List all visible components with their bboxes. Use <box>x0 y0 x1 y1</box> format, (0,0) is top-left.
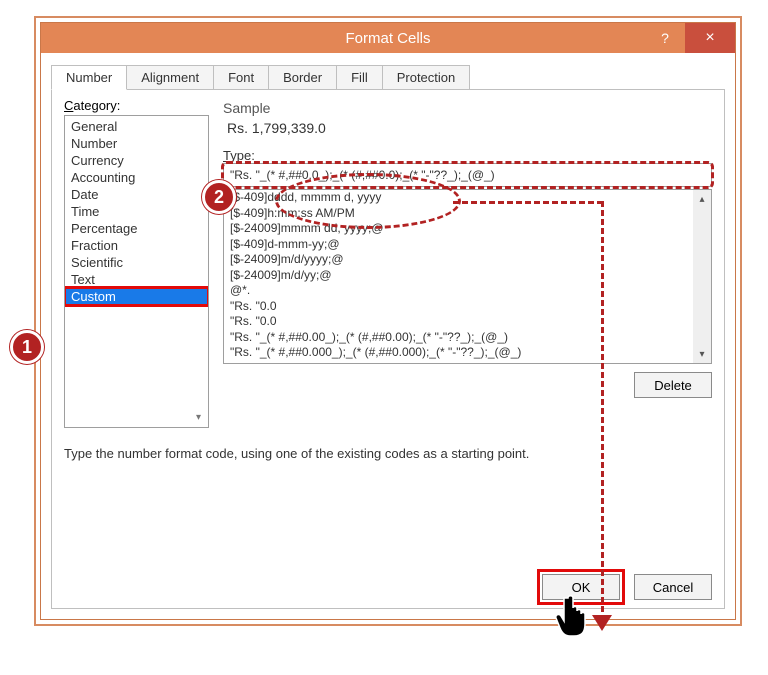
tab-border[interactable]: Border <box>268 65 337 90</box>
scrollbar[interactable]: ▴ ▾ <box>693 190 711 363</box>
list-item[interactable]: "Rs. "_(* #,##0.000_);_(* (#,##0.000);_(… <box>228 345 689 361</box>
annotation-arrow-vertical <box>601 201 604 621</box>
list-item[interactable]: [$-24009]m/d/yyyy;@ <box>228 252 689 268</box>
category-item-scientific[interactable]: Scientific <box>65 254 208 271</box>
category-item-custom[interactable]: Custom <box>65 288 208 305</box>
annotation-badge-2: 2 <box>202 180 236 214</box>
category-item-fraction[interactable]: Fraction <box>65 237 208 254</box>
tab-number[interactable]: Number <box>51 65 127 90</box>
list-item[interactable]: [$-24009]mmmm dd, yyyy;@ <box>228 221 689 237</box>
type-label: Type: <box>223 148 712 163</box>
annotation-badge-1: 1 <box>10 330 44 364</box>
sample-label: Sample <box>223 100 712 116</box>
list-item[interactable]: [$-409]d-mmm-yy;@ <box>228 237 689 253</box>
cursor-hand-icon <box>554 592 592 638</box>
annotation-arrow-horizontal <box>453 201 603 204</box>
titlebar: Format Cells ? × <box>41 23 735 53</box>
hint-text: Type the number format code, using one o… <box>64 446 712 461</box>
cancel-button[interactable]: Cancel <box>634 574 712 600</box>
format-code-listbox[interactable]: [$-409]dddd, mmmm d, yyyy [$-409]h:mm:ss… <box>223 189 712 364</box>
list-item[interactable]: "Rs. "0.0 <box>228 299 689 315</box>
category-item-percentage[interactable]: Percentage <box>65 220 208 237</box>
dialog-body: Number Alignment Font Border Fill Protec… <box>41 53 735 619</box>
scroll-up-icon[interactable]: ▴ <box>693 190 711 208</box>
tab-alignment[interactable]: Alignment <box>126 65 214 90</box>
tab-fill[interactable]: Fill <box>336 65 383 90</box>
scroll-down-icon[interactable]: ▾ <box>693 345 711 363</box>
tab-panel-number: Category: General Number Currency Accoun… <box>51 90 725 609</box>
format-cells-dialog: Format Cells ? × Number Alignment Font B… <box>40 22 736 620</box>
category-item-text[interactable]: Text <box>65 271 208 288</box>
category-label: Category: <box>64 98 209 113</box>
category-item-time[interactable]: Time <box>65 203 208 220</box>
sample-value: Rs. 1,799,339.0 <box>223 116 712 144</box>
chevron-down-icon[interactable]: ▾ <box>191 410 206 425</box>
window-frame: Format Cells ? × Number Alignment Font B… <box>34 16 742 626</box>
close-button[interactable]: × <box>685 23 735 53</box>
list-item[interactable]: "Rs. "_(* #,##0.00_);_(* (#,##0.00);_(* … <box>228 330 689 346</box>
annotation-arrow-head <box>592 615 612 631</box>
tab-strip: Number Alignment Font Border Fill Protec… <box>51 65 725 90</box>
category-item-currency[interactable]: Currency <box>65 152 208 169</box>
help-button[interactable]: ? <box>645 23 685 53</box>
category-item-accounting[interactable]: Accounting <box>65 169 208 186</box>
titlebar-controls: ? × <box>645 23 735 53</box>
category-item-date[interactable]: Date <box>65 186 208 203</box>
list-item[interactable]: "Rs. "0.0 <box>228 314 689 330</box>
list-item[interactable]: [$-24009]m/d/yy;@ <box>228 268 689 284</box>
list-item[interactable]: [$-409]h:mm:ss AM/PM <box>228 206 689 222</box>
window-title: Format Cells <box>345 30 430 47</box>
category-item-general[interactable]: General <box>65 118 208 135</box>
tab-protection[interactable]: Protection <box>382 65 471 90</box>
type-input[interactable] <box>223 163 712 187</box>
category-item-number[interactable]: Number <box>65 135 208 152</box>
category-listbox[interactable]: General Number Currency Accounting Date … <box>64 115 209 428</box>
tab-font[interactable]: Font <box>213 65 269 90</box>
list-item[interactable]: @*. <box>228 283 689 299</box>
delete-button[interactable]: Delete <box>634 372 712 398</box>
